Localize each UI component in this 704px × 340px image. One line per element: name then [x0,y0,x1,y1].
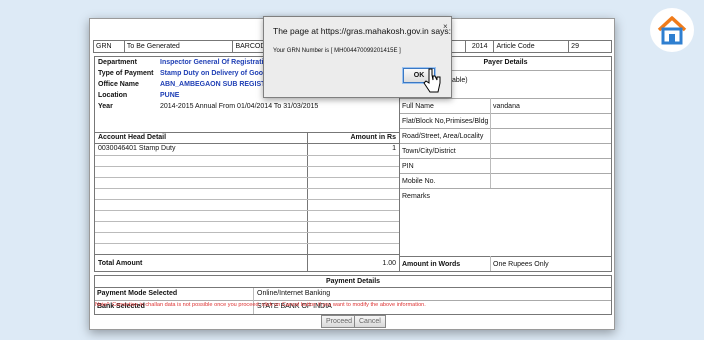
account-head-row: 0030046401 Stamp Duty [98,145,176,152]
total-amount-value: 1.00 [382,260,396,267]
town-label: Town/City/District [402,148,456,155]
flat-row: Flat/Block No,Primises/Bldg [400,113,611,129]
full-name-label: Full Name [402,103,434,110]
account-amount-row: 1 [392,145,396,152]
grn-value: To Be Generated [125,41,234,52]
correction-note: Note*: Correction in challan data is not… [95,302,426,308]
year-label: Year [98,103,113,110]
full-name-value: vandana [493,103,520,110]
payment-mode-row: Payment Mode Selected Online/Internet Ba… [95,288,611,301]
payer-id-text: able) [452,77,468,84]
house-icon [657,16,687,45]
payment-details-section: Payment Details Payment Mode Selected On… [94,275,612,315]
department-label: Department [98,59,137,66]
account-head-label: Account Head Detail [98,134,167,141]
amount-label: Amount in Rs [350,134,397,141]
pin-row: PIN [400,158,611,174]
brand-logo [650,8,694,52]
location-value: PUNE [160,92,180,99]
road-label: Road/Street, Area/Locality [402,133,484,140]
amount-words-row: Amount in Words One Rupees Only [400,256,611,272]
pin-label: PIN [402,163,414,170]
payment-type-value: Stamp Duty on Delivery of Goods [160,70,272,77]
close-icon[interactable]: × [443,22,448,31]
mobile-row: Mobile No. [400,173,611,189]
article-code-value: 29 [571,43,579,50]
payment-mode-value: Online/Internet Banking [257,290,331,297]
location-label: Location [98,92,128,99]
remarks-label: Remarks [402,193,431,200]
flat-label: Flat/Block No,Primises/Bldg [402,118,489,125]
remarks-row: Remarks [400,188,611,257]
total-amount-label: Total Amount [98,260,143,267]
payment-mode-label: Payment Mode Selected [97,290,178,297]
proceed-button[interactable]: Proceed [321,315,358,328]
town-row: Town/City/District [400,143,611,159]
dialog-message: Your GRN Number is [ MH004470099201415E … [273,48,401,54]
payment-type-label: Type of Payment [98,70,154,77]
account-head-header: Account Head Detail Amount in Rs [95,132,399,144]
article-code-label: Article Code [494,41,570,52]
road-row: Road/Street, Area/Locality [400,128,611,144]
amount-words-label: Amount in Words [402,261,461,268]
office-label: Office Name [98,81,139,88]
year-value: 2014-2015 Annual From 01/04/2014 To 31/0… [160,103,319,110]
date-value: 2014 [466,41,495,52]
mobile-label: Mobile No. [402,178,436,185]
full-name-row: Full Name vandana [400,98,611,114]
dialog-title: The page at https://gras.mahakosh.gov.in… [273,26,451,36]
department-value: Inspector General Of Registration [160,59,273,66]
cancel-button[interactable]: Cancel [354,315,386,328]
amount-words-value: One Rupees Only [493,261,549,268]
payment-details-title: Payment Details [95,276,611,288]
pointer-cursor-icon [423,68,441,93]
grn-label: GRN [94,41,125,52]
